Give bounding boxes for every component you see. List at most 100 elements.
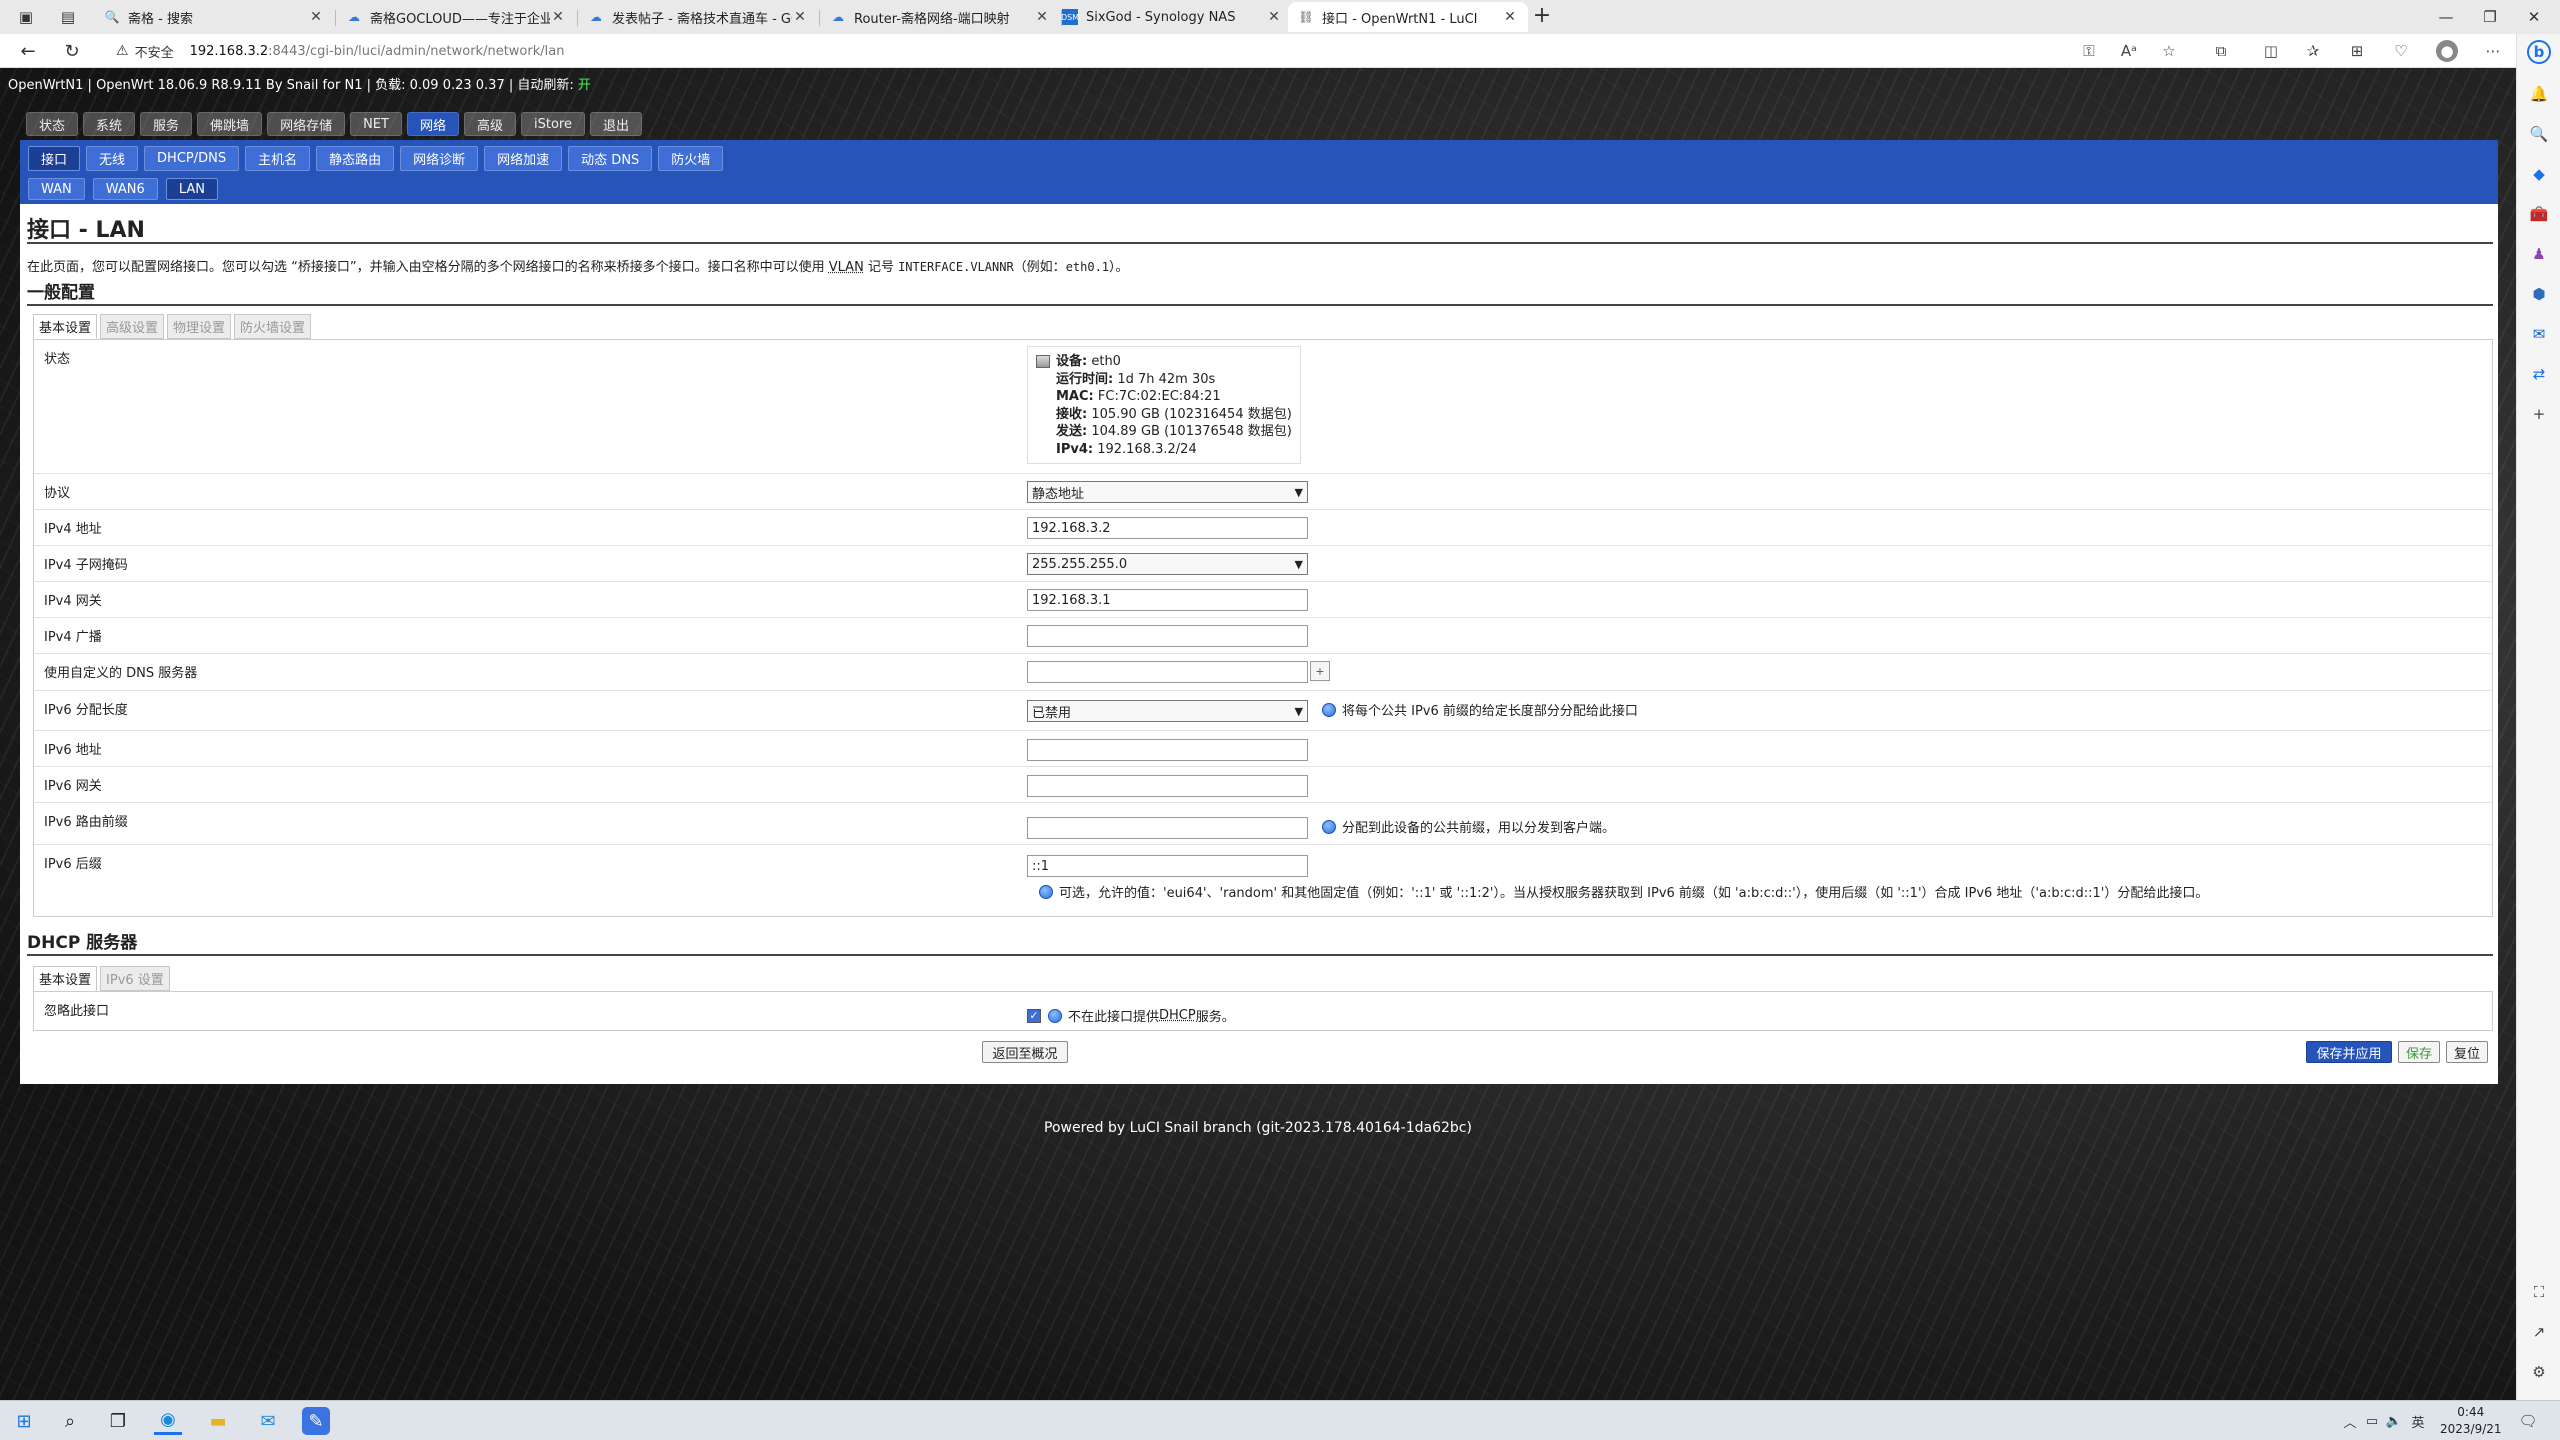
profile-avatar[interactable]: ●	[2436, 40, 2458, 62]
subnav-interfaces[interactable]: 接口	[28, 146, 81, 171]
interface-tab-wan[interactable]: WAN	[28, 178, 85, 200]
interface-tab-lan[interactable]: LAN	[165, 178, 218, 200]
refresh-icon[interactable]: ↻	[58, 39, 86, 63]
outlook-icon[interactable]: ✉	[2527, 322, 2551, 346]
ip6prefix-input[interactable]	[1027, 817, 1308, 839]
subnav-static-routes[interactable]: 静态路由	[316, 146, 395, 171]
tab-actions-icon[interactable]: ▤	[54, 4, 82, 30]
add-icon[interactable]: +	[2527, 402, 2551, 426]
topnav-logout[interactable]: 退出	[589, 112, 642, 136]
copilot-icon[interactable]: b	[2527, 40, 2551, 64]
topnav-services[interactable]: 服务	[140, 112, 193, 136]
subnav-firewall[interactable]: 防火墙	[658, 146, 724, 171]
back-to-overview-button[interactable]: 返回至概况	[982, 1041, 1068, 1063]
close-icon[interactable]: ✕	[792, 9, 808, 25]
more-menu-icon[interactable]: ⋯	[2482, 40, 2504, 62]
tab-basic-settings[interactable]: 基本设置	[33, 314, 98, 339]
ip6assign-select[interactable]: 已禁用 ▼	[1027, 700, 1308, 722]
shopping-icon[interactable]: ◆	[2527, 162, 2551, 186]
ip6addr-input[interactable]	[1027, 739, 1308, 761]
minimize-icon[interactable]: —	[2432, 4, 2460, 30]
dhcp-tab-basic[interactable]: 基本设置	[33, 966, 98, 991]
topnav-nas[interactable]: 网络存储	[267, 112, 346, 136]
subnav-dhcp-dns[interactable]: DHCP/DNS	[144, 146, 240, 171]
notification-icon[interactable]: 🗨	[2514, 1407, 2542, 1435]
collections-icon[interactable]: ⊞	[2346, 40, 2368, 62]
input-method-indicator[interactable]: 英	[2404, 1407, 2432, 1435]
close-window-icon[interactable]: ✕	[2520, 4, 2548, 30]
favorites-icon[interactable]: ✰	[2302, 40, 2324, 62]
settings-gear-icon[interactable]: ⚙	[2527, 1360, 2551, 1384]
url-field[interactable]: ⚠ 不安全 192.168.3.2:8443/cgi-bin/luci/admi…	[104, 37, 2134, 65]
app-icon[interactable]: ✎	[302, 1407, 330, 1435]
restore-icon[interactable]: ❐	[2476, 4, 2504, 30]
netmask-select[interactable]: 255.255.255.0 ▼	[1027, 553, 1308, 575]
dns-input[interactable]	[1027, 661, 1308, 683]
browser-tab[interactable]: ☁ Router-斋格网络-端口映射 ✕	[820, 2, 1060, 32]
insecure-label[interactable]: 不安全	[135, 42, 174, 61]
tab-advanced-settings[interactable]: 高级设置	[100, 314, 165, 339]
key-icon[interactable]: ⚿	[2078, 40, 2100, 62]
back-icon[interactable]: ←	[14, 39, 42, 63]
subnav-acceleration[interactable]: 网络加速	[484, 146, 563, 171]
ip6suffix-input[interactable]: ::1	[1027, 855, 1308, 877]
task-view-icon[interactable]: ❐	[104, 1407, 132, 1435]
games-icon[interactable]: ♟	[2527, 242, 2551, 266]
reset-button[interactable]: 复位	[2446, 1041, 2488, 1063]
interface-tab-wan6[interactable]: WAN6	[92, 178, 158, 200]
browser-tab[interactable]: ☁ 斋格GOCLOUD——专注于企业... ✕	[336, 2, 576, 32]
warning-icon[interactable]: ⚠	[116, 43, 129, 59]
mail-icon[interactable]: ✉	[254, 1407, 282, 1435]
subnav-wireless[interactable]: 无线	[86, 146, 139, 171]
close-icon[interactable]: ✕	[1034, 9, 1050, 25]
topnav-network[interactable]: 网络	[406, 112, 459, 136]
add-dns-button[interactable]: +	[1310, 661, 1330, 681]
tools-icon[interactable]: 🧰	[2527, 202, 2551, 226]
read-aloud-icon[interactable]: Aᵃ	[2118, 40, 2140, 62]
windows-start-icon[interactable]: ⊞	[10, 1407, 38, 1435]
save-apply-button[interactable]: 保存并应用	[2306, 1041, 2392, 1063]
topnav-advanced[interactable]: 高级	[463, 112, 516, 136]
save-button[interactable]: 保存	[2398, 1041, 2440, 1063]
protocol-select[interactable]: 静态地址 ▼	[1027, 481, 1308, 503]
browser-tab[interactable]: DSM SixGod - Synology NAS ✕	[1052, 2, 1292, 32]
ip6gw-input[interactable]	[1027, 775, 1308, 797]
auto-refresh-toggle[interactable]: 开	[578, 78, 591, 93]
broadcast-input[interactable]	[1027, 625, 1308, 647]
subnav-hostnames[interactable]: 主机名	[245, 146, 311, 171]
split-screen-icon[interactable]: ◫	[2260, 40, 2282, 62]
tab-physical-settings[interactable]: 物理设置	[167, 314, 232, 339]
drop-icon[interactable]: ⇄	[2527, 362, 2551, 386]
microsoft365-icon[interactable]: ⬢	[2527, 282, 2551, 306]
browser-tab[interactable]: 🔍 斋格 - 搜索 ✕	[94, 2, 334, 32]
topnav-status[interactable]: 状态	[26, 112, 79, 136]
screenshot-icon[interactable]: ⛶	[2527, 1280, 2551, 1304]
favorite-star-icon[interactable]: ☆	[2158, 40, 2180, 62]
workspaces-icon[interactable]: ▣	[12, 4, 40, 30]
close-icon[interactable]: ✕	[1502, 9, 1518, 25]
topnav-net[interactable]: NET	[350, 112, 402, 136]
subnav-diagnostics[interactable]: 网络诊断	[400, 146, 479, 171]
tab-firewall-settings[interactable]: 防火墙设置	[234, 314, 312, 339]
new-tab-button[interactable]: +	[1528, 5, 1556, 29]
edge-browser-icon[interactable]: ◉	[154, 1407, 182, 1435]
dhcp-tab-ipv6[interactable]: IPv6 设置	[100, 966, 170, 991]
topnav-system[interactable]: 系统	[83, 112, 136, 136]
topnav-istore[interactable]: iStore	[521, 112, 585, 136]
browser-essentials-icon[interactable]: ♡	[2390, 40, 2412, 62]
close-icon[interactable]: ✕	[308, 9, 324, 25]
browser-tab[interactable]: ☁ 发表帖子 - 斋格技术直通车 - GO... ✕	[578, 2, 818, 32]
file-explorer-icon[interactable]: ▬	[204, 1407, 232, 1435]
gateway-input[interactable]: 192.168.3.1	[1027, 589, 1308, 611]
open-external-icon[interactable]: ↗	[2527, 1320, 2551, 1344]
extensions-icon[interactable]: ⧉	[2210, 40, 2232, 62]
topnav-vpn[interactable]: 佛跳墙	[197, 112, 263, 136]
clock[interactable]: 0:44 2023/9/21	[2440, 1404, 2502, 1438]
subnav-ddns[interactable]: 动态 DNS	[568, 146, 653, 171]
close-icon[interactable]: ✕	[1266, 9, 1282, 25]
bell-icon[interactable]: 🔔	[2527, 82, 2551, 106]
search-icon[interactable]: ⌕	[56, 1407, 84, 1435]
ipv4-address-input[interactable]: 192.168.3.2	[1027, 517, 1308, 539]
ignore-interface-checkbox[interactable]: ✓	[1027, 1008, 1041, 1023]
browser-tab-active[interactable]: ⛓ 接口 - OpenWrtN1 - LuCI ✕	[1288, 2, 1528, 32]
